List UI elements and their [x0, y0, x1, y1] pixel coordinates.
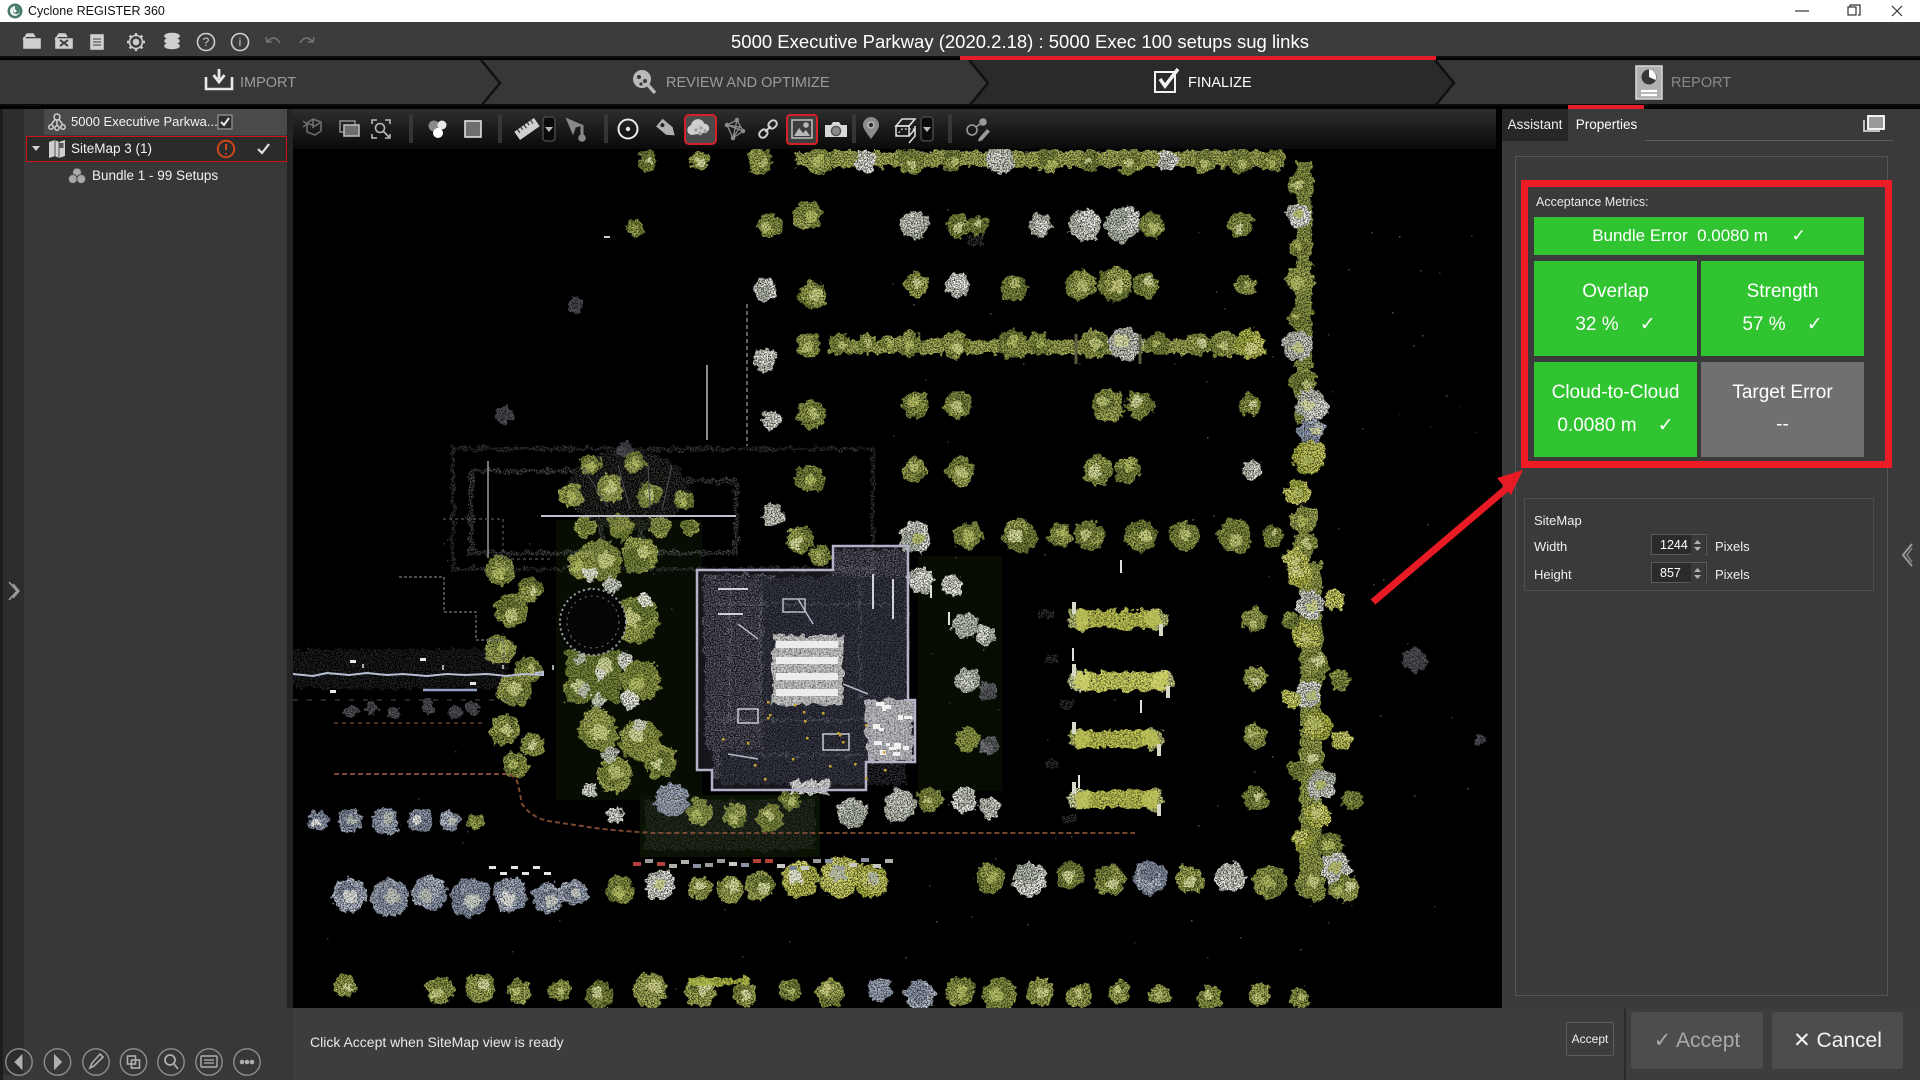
svg-text:i: i [239, 35, 242, 49]
svg-text:REVIEW AND OPTIMIZE: REVIEW AND OPTIMIZE [666, 75, 830, 91]
svg-text:REPORT: REPORT [1671, 75, 1731, 91]
svg-text:?: ? [203, 35, 210, 49]
svg-text:IMPORT: IMPORT [240, 75, 296, 91]
svg-text:FINALIZE: FINALIZE [1188, 75, 1252, 91]
